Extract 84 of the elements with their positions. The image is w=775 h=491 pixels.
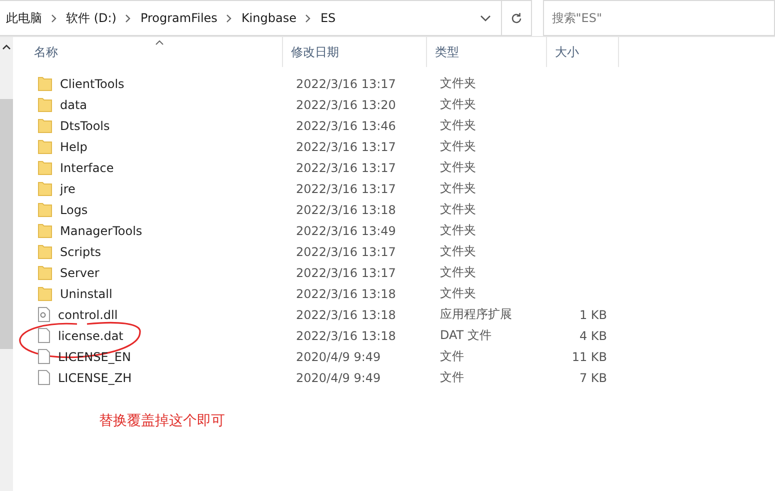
folder-icon (38, 244, 52, 259)
file-icon (38, 349, 50, 364)
file-name[interactable]: DtsTools (60, 118, 110, 132)
date-cell-text: 2022/3/16 13:49 (295, 224, 397, 238)
file-name[interactable]: license.dat (58, 328, 124, 342)
scrollbar[interactable] (0, 37, 13, 491)
type-cell-text: 文件夹 (439, 138, 477, 155)
type-cell-text: DAT 文件 (439, 327, 492, 344)
chevron-right-icon (226, 14, 232, 22)
date-cell-text: 2022/3/16 13:17 (295, 160, 397, 174)
file-name[interactable]: Uninstall (60, 286, 112, 300)
folder-icon (38, 97, 52, 112)
scroll-up-icon[interactable] (2, 44, 11, 50)
column-header[interactable]: 名称 (13, 37, 283, 67)
date-cell-text: 2022/3/16 13:17 (295, 76, 397, 90)
type-cell-text: 文件夹 (439, 75, 477, 92)
file-name[interactable]: Server (60, 266, 100, 280)
folder-icon (38, 139, 52, 154)
size-cell-text: 1 KB (578, 308, 608, 322)
file-name[interactable]: Scripts (60, 244, 102, 258)
folder-icon (38, 223, 52, 238)
chevron-right-icon (125, 14, 132, 22)
folder-icon (38, 181, 52, 196)
type-cell-text: 文件夹 (439, 201, 477, 218)
date-cell-text: 2022/3/16 13:17 (295, 140, 397, 154)
date-cell-text: 2022/3/16 13:18 (295, 328, 397, 342)
folder-icon (38, 202, 52, 217)
type-cell-text: 应用程序扩展 (439, 306, 513, 323)
date-cell-text: 2020/4/9 9:49 (295, 350, 382, 364)
file-icon (38, 328, 50, 343)
size-cell-text: 11 KB (570, 350, 608, 364)
file-name[interactable]: data (60, 98, 88, 112)
type-cell-text: 文件 (439, 369, 465, 386)
date-cell-text: 2022/3/16 13:17 (295, 266, 397, 280)
file-name[interactable]: LICENSE_ZH (58, 370, 132, 384)
settings-file-icon (38, 307, 50, 322)
folder-icon (38, 265, 52, 280)
file-name[interactable]: Help (60, 140, 88, 154)
breadcrumb-item[interactable]: ES (320, 11, 336, 25)
annotation-text: 替换覆盖掉这个即可 (99, 412, 225, 430)
type-cell-text: 文件夹 (439, 117, 477, 134)
file-name[interactable]: control.dll (58, 308, 118, 322)
file-name[interactable]: ManagerTools (60, 224, 142, 238)
date-cell-text: 2020/4/9 9:49 (295, 370, 382, 384)
size-cell-text: 4 KB (578, 328, 608, 342)
folder-icon (38, 118, 52, 133)
column-header[interactable]: 大小 (547, 37, 619, 67)
folder-icon (38, 76, 52, 91)
file-name[interactable]: jre (60, 182, 76, 196)
type-cell-text: 文件夹 (439, 285, 477, 302)
refresh-icon (510, 12, 524, 24)
chevron-right-icon (305, 14, 312, 22)
column-header[interactable]: 类型 (427, 37, 547, 67)
type-cell-text: 文件夹 (439, 264, 477, 281)
date-cell-text: 2022/3/16 13:46 (295, 118, 397, 132)
type-cell-text: 文件夹 (439, 159, 477, 176)
breadcrumb-item[interactable]: 此电脑 (6, 10, 42, 26)
file-name[interactable]: Logs (60, 202, 88, 216)
breadcrumb-item[interactable]: Kingbase (241, 11, 296, 25)
file-name[interactable]: ClientTools (60, 76, 124, 90)
type-cell-text: 文件 (439, 348, 465, 365)
type-cell-text: 文件夹 (439, 243, 477, 260)
date-cell-text: 2022/3/16 13:18 (295, 308, 397, 322)
date-cell-text: 2022/3/16 13:18 (295, 286, 397, 300)
type-cell-text: 文件夹 (439, 222, 477, 239)
search-field[interactable]: 搜索"ES" (542, 0, 775, 36)
address-bar[interactable]: 此电脑 软件 (D:) ProgramFiles Kingbase ES (0, 0, 502, 36)
folder-icon (38, 160, 52, 175)
file-icon (38, 370, 50, 385)
file-name[interactable]: Interface (60, 160, 114, 174)
chevron-right-icon (51, 14, 57, 22)
date-cell-text: 2022/3/16 13:17 (295, 182, 397, 196)
column-header[interactable]: 修改日期 (283, 37, 427, 67)
type-cell-text: 文件夹 (439, 180, 477, 197)
date-cell-text: 2022/3/16 13:18 (295, 202, 397, 216)
folder-icon (38, 286, 52, 301)
breadcrumb-item[interactable]: 软件 (D:) (66, 10, 116, 26)
refresh-button[interactable] (502, 0, 532, 36)
size-cell-text: 7 KB (578, 370, 608, 384)
breadcrumb-item[interactable]: ProgramFiles (140, 11, 218, 25)
date-cell-text: 2022/3/16 13:17 (295, 244, 397, 258)
type-cell-text: 文件夹 (439, 96, 477, 113)
dropdown-icon[interactable] (480, 14, 492, 22)
date-cell-text: 2022/3/16 13:20 (295, 98, 397, 112)
